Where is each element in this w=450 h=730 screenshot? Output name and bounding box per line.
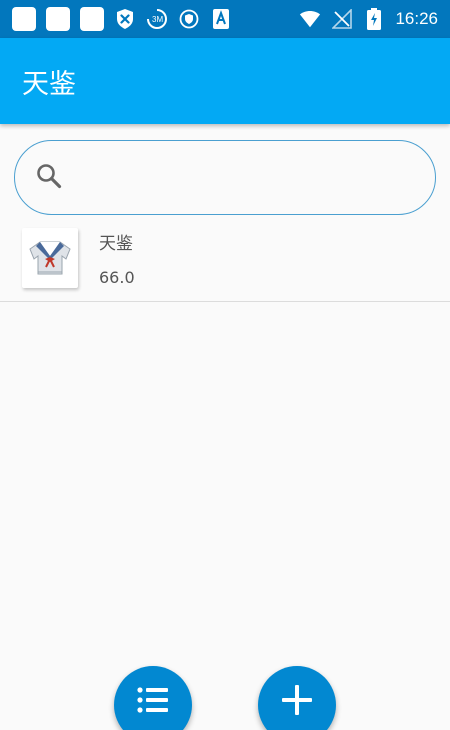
status-bar: 3M 16:26 bbox=[0, 0, 450, 38]
app-logo-icon: 3M bbox=[146, 8, 168, 30]
list-button[interactable] bbox=[114, 666, 192, 730]
notification-app-icon bbox=[80, 7, 104, 31]
list-icon bbox=[136, 687, 170, 719]
clock-time: 16:26 bbox=[395, 9, 438, 28]
status-bar-left-icons: 3M bbox=[12, 7, 232, 31]
shield-x-icon bbox=[114, 8, 136, 30]
text-a-icon bbox=[210, 8, 232, 30]
search-icon[interactable] bbox=[35, 162, 63, 194]
toolbar-title: 天鉴 bbox=[22, 68, 76, 100]
status-bar-right-icons: 16:26 bbox=[299, 8, 438, 30]
app-toolbar: 天鉴 bbox=[0, 38, 450, 124]
battery-charging-icon bbox=[363, 8, 385, 30]
notification-app-icon bbox=[12, 7, 36, 31]
search-bar[interactable] bbox=[14, 140, 436, 215]
svg-text:3M: 3M bbox=[152, 15, 163, 24]
sailor-shirt-icon bbox=[22, 228, 78, 288]
list-item[interactable]: 天鉴 66.0 bbox=[0, 224, 450, 302]
item-name: 天鉴 bbox=[99, 234, 133, 254]
search-input[interactable] bbox=[73, 141, 435, 214]
no-signal-icon bbox=[331, 8, 353, 30]
app-screen: 3M 16:26 天鉴 天鉴 66.0 bbox=[0, 0, 450, 730]
item-price: 66.0 bbox=[99, 268, 135, 287]
vpn-shield-icon bbox=[178, 8, 200, 30]
notification-app-icon bbox=[46, 7, 70, 31]
wifi-icon bbox=[299, 8, 321, 30]
plus-icon bbox=[280, 685, 314, 721]
add-button[interactable] bbox=[258, 666, 336, 730]
